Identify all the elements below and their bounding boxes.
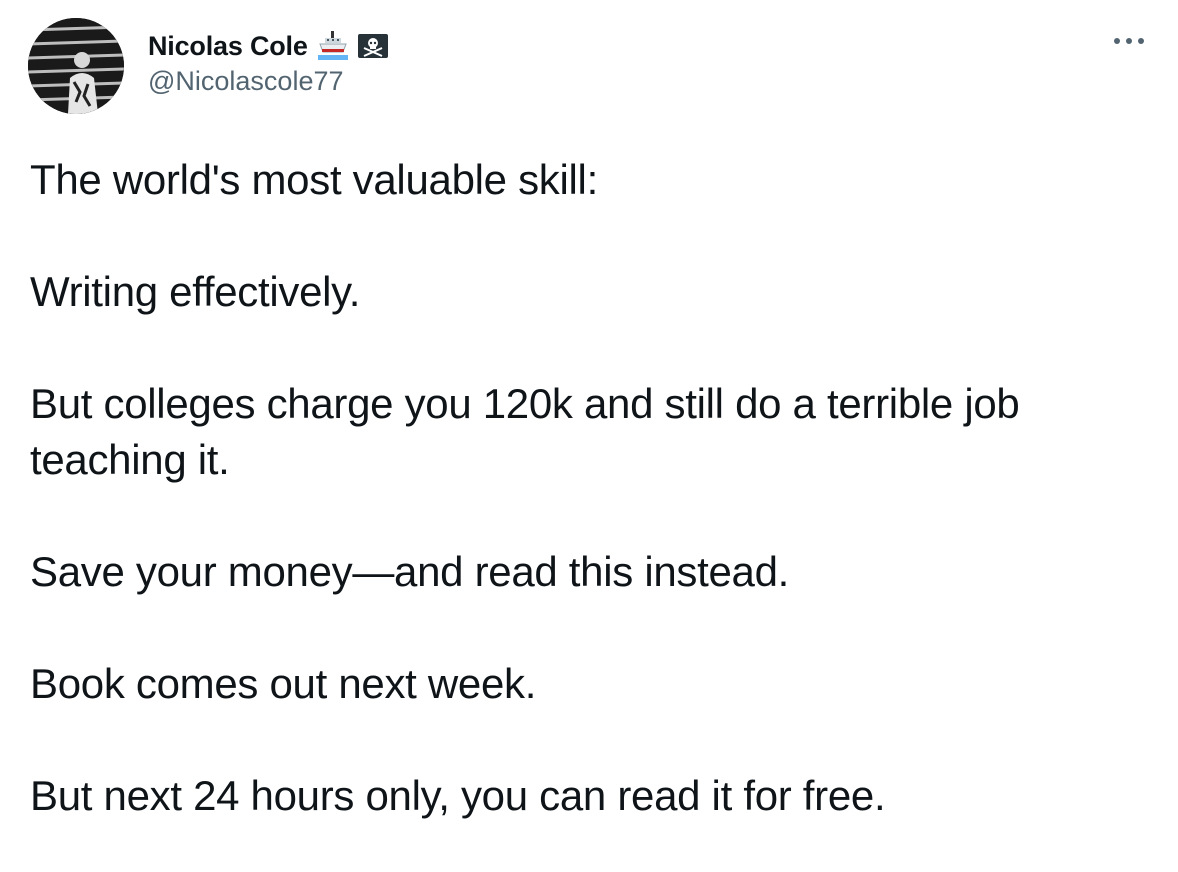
- tweet-paragraph: But next 24 hours only, you can read it …: [30, 772, 886, 819]
- more-dot: [1126, 38, 1132, 44]
- author-names: Nicolas Cole @Nicolascole77: [148, 28, 390, 97]
- name-row: Nicolas Cole: [148, 28, 390, 64]
- author-avatar[interactable]: [28, 18, 124, 114]
- tweet-card: Nicolas Cole @Nicolascole77 The world's …: [0, 0, 1178, 872]
- pirate-flag-emoji-icon: [356, 30, 390, 62]
- tweet-paragraph: The world's most valuable skill:: [30, 156, 598, 203]
- tweet-header: Nicolas Cole @Nicolascole77: [28, 18, 1158, 118]
- tweet-paragraph: Writing effectively.: [30, 268, 361, 315]
- tweet-paragraph: But colleges charge you 120k and still d…: [30, 380, 1020, 483]
- tweet-text: The world's most valuable skill: Writing…: [30, 152, 1150, 824]
- display-name[interactable]: Nicolas Cole: [148, 31, 308, 62]
- more-options-icon[interactable]: [1114, 36, 1144, 46]
- author-handle[interactable]: @Nicolascole77: [148, 66, 390, 97]
- tweet-paragraph: Save your money—and read this instead.: [30, 548, 790, 595]
- more-dot: [1138, 38, 1144, 44]
- ship-emoji-icon: [316, 30, 350, 62]
- more-dot: [1114, 38, 1120, 44]
- tweet-paragraph: Book comes out next week.: [30, 660, 537, 707]
